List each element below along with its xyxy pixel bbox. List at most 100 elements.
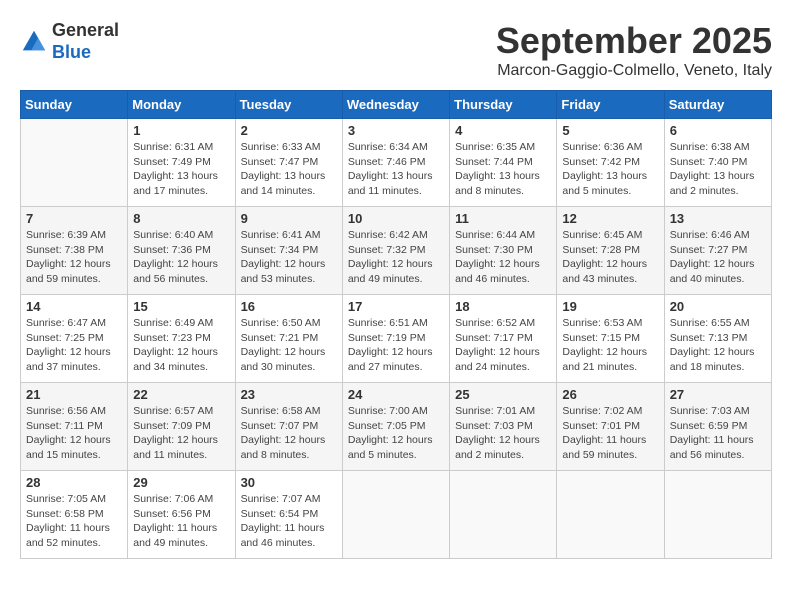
calendar-cell: 11Sunrise: 6:44 AMSunset: 7:30 PMDayligh… [450,207,557,295]
page-header: General Blue September 2025 Marcon-Gaggi… [20,20,772,80]
calendar-cell: 26Sunrise: 7:02 AMSunset: 7:01 PMDayligh… [557,383,664,471]
location-title: Marcon-Gaggio-Colmello, Veneto, Italy [496,62,772,80]
day-number: 23 [241,387,337,402]
day-number: 30 [241,475,337,490]
weekday-header: Tuesday [235,91,342,119]
weekday-header: Saturday [664,91,771,119]
calendar-table: SundayMondayTuesdayWednesdayThursdayFrid… [20,90,772,559]
logo-line1: General [52,20,119,42]
day-info: Sunrise: 7:01 AMSunset: 7:03 PMDaylight:… [455,404,551,463]
day-number: 4 [455,123,551,138]
calendar-cell: 14 Sunrise: 6:47 AMSunset: 7:25 PMDayligh… [21,295,128,383]
calendar-cell: 10 Sunrise: 6:42 AMSunset: 7:32 PMDayligh… [342,207,449,295]
calendar-cell: 4 Sunrise: 6:35 AMSunset: 7:44 PMDaylight… [450,119,557,207]
calendar-cell: 13 Sunrise: 6:46 AMSunset: 7:27 PMDayligh… [664,207,771,295]
calendar-week-row: 21Sunrise: 6:56 AMSunset: 7:11 PMDayligh… [21,383,772,471]
calendar-cell [450,471,557,559]
day-number: 5 [562,123,658,138]
day-number: 17 [348,299,444,314]
day-number: 22 [133,387,229,402]
calendar-week-row: 28 Sunrise: 7:05 AMSunset: 6:58 PMDayligh… [21,471,772,559]
day-info: Sunrise: 6:52 AMSunset: 7:17 PMDaylight:… [455,316,551,375]
day-info: Sunrise: 6:58 AMSunset: 7:07 PMDaylight:… [241,404,337,463]
calendar-cell: 1 Sunrise: 6:31 AMSunset: 7:49 PMDaylight… [128,119,235,207]
calendar-cell: 19 Sunrise: 6:53 AMSunset: 7:15 PMDayligh… [557,295,664,383]
calendar-cell: 3Sunrise: 6:34 AMSunset: 7:46 PMDaylight… [342,119,449,207]
day-number: 29 [133,475,229,490]
day-info: Sunrise: 7:03 AMSunset: 6:59 PMDaylight:… [670,404,766,463]
day-number: 25 [455,387,551,402]
day-number: 14 [26,299,122,314]
calendar-cell: 21Sunrise: 6:56 AMSunset: 7:11 PMDayligh… [21,383,128,471]
day-info: Sunrise: 7:07 AMSunset: 6:54 PMDaylight:… [241,492,337,551]
calendar-cell: 12 Sunrise: 6:45 AMSunset: 7:28 PMDayligh… [557,207,664,295]
weekday-header: Friday [557,91,664,119]
title-block: September 2025 Marcon-Gaggio-Colmello, V… [496,20,772,80]
day-info: Sunrise: 6:57 AMSunset: 7:09 PMDaylight:… [133,404,229,463]
calendar-week-row: 1 Sunrise: 6:31 AMSunset: 7:49 PMDaylight… [21,119,772,207]
calendar-cell: 17 Sunrise: 6:51 AMSunset: 7:19 PMDayligh… [342,295,449,383]
day-info: Sunrise: 7:05 AMSunset: 6:58 PMDaylight:… [26,492,122,551]
day-number: 12 [562,211,658,226]
day-info: Sunrise: 6:44 AMSunset: 7:30 PMDaylight:… [455,228,551,287]
weekday-header-row: SundayMondayTuesdayWednesdayThursdayFrid… [21,91,772,119]
day-info: Sunrise: 6:45 AMSunset: 7:28 PMDaylight:… [562,228,658,287]
day-info: Sunrise: 6:47 AMSunset: 7:25 PMDaylight:… [26,316,122,375]
logo-icon [20,28,48,56]
day-number: 7 [26,211,122,226]
calendar-cell: 16 Sunrise: 6:50 AMSunset: 7:21 PMDayligh… [235,295,342,383]
day-info: Sunrise: 6:35 AMSunset: 7:44 PMDaylight:… [455,140,551,199]
calendar-cell: 7Sunrise: 6:39 AMSunset: 7:38 PMDaylight… [21,207,128,295]
calendar-week-row: 7Sunrise: 6:39 AMSunset: 7:38 PMDaylight… [21,207,772,295]
day-info: Sunrise: 6:31 AMSunset: 7:49 PMDaylight:… [133,140,229,199]
calendar-cell: 18Sunrise: 6:52 AMSunset: 7:17 PMDayligh… [450,295,557,383]
day-number: 16 [241,299,337,314]
day-info: Sunrise: 6:38 AMSunset: 7:40 PMDaylight:… [670,140,766,199]
calendar-cell: 23 Sunrise: 6:58 AMSunset: 7:07 PMDayligh… [235,383,342,471]
day-info: Sunrise: 6:42 AMSunset: 7:32 PMDaylight:… [348,228,444,287]
calendar-cell: 28 Sunrise: 7:05 AMSunset: 6:58 PMDayligh… [21,471,128,559]
logo: General Blue [20,20,119,63]
logo-line2: Blue [52,42,119,64]
weekday-header: Monday [128,91,235,119]
calendar-cell [664,471,771,559]
calendar-cell: 2 Sunrise: 6:33 AMSunset: 7:47 PMDaylight… [235,119,342,207]
day-number: 15 [133,299,229,314]
day-number: 20 [670,299,766,314]
day-info: Sunrise: 6:50 AMSunset: 7:21 PMDaylight:… [241,316,337,375]
calendar-cell [342,471,449,559]
day-info: Sunrise: 6:49 AMSunset: 7:23 PMDaylight:… [133,316,229,375]
calendar-cell: 8Sunrise: 6:40 AMSunset: 7:36 PMDaylight… [128,207,235,295]
day-number: 1 [133,123,229,138]
calendar-cell: 15 Sunrise: 6:49 AMSunset: 7:23 PMDayligh… [128,295,235,383]
day-info: Sunrise: 6:56 AMSunset: 7:11 PMDaylight:… [26,404,122,463]
calendar-cell: 6 Sunrise: 6:38 AMSunset: 7:40 PMDaylight… [664,119,771,207]
day-number: 27 [670,387,766,402]
day-info: Sunrise: 6:33 AMSunset: 7:47 PMDaylight:… [241,140,337,199]
day-info: Sunrise: 6:41 AMSunset: 7:34 PMDaylight:… [241,228,337,287]
day-number: 24 [348,387,444,402]
day-number: 6 [670,123,766,138]
day-info: Sunrise: 6:46 AMSunset: 7:27 PMDaylight:… [670,228,766,287]
day-number: 9 [241,211,337,226]
calendar-cell: 25 Sunrise: 7:01 AMSunset: 7:03 PMDayligh… [450,383,557,471]
day-number: 28 [26,475,122,490]
calendar-cell: 24Sunrise: 7:00 AMSunset: 7:05 PMDayligh… [342,383,449,471]
day-number: 19 [562,299,658,314]
day-number: 2 [241,123,337,138]
calendar-cell [557,471,664,559]
weekday-header: Sunday [21,91,128,119]
day-info: Sunrise: 7:06 AMSunset: 6:56 PMDaylight:… [133,492,229,551]
day-info: Sunrise: 6:53 AMSunset: 7:15 PMDaylight:… [562,316,658,375]
calendar-cell: 29 Sunrise: 7:06 AMSunset: 6:56 PMDayligh… [128,471,235,559]
calendar-cell: 27 Sunrise: 7:03 AMSunset: 6:59 PMDayligh… [664,383,771,471]
day-info: Sunrise: 6:36 AMSunset: 7:42 PMDaylight:… [562,140,658,199]
day-number: 8 [133,211,229,226]
day-info: Sunrise: 6:51 AMSunset: 7:19 PMDaylight:… [348,316,444,375]
day-number: 26 [562,387,658,402]
day-number: 10 [348,211,444,226]
day-number: 13 [670,211,766,226]
calendar-cell: 30 Sunrise: 7:07 AMSunset: 6:54 PMDayligh… [235,471,342,559]
calendar-cell: 20Sunrise: 6:55 AMSunset: 7:13 PMDayligh… [664,295,771,383]
day-info: Sunrise: 6:34 AMSunset: 7:46 PMDaylight:… [348,140,444,199]
